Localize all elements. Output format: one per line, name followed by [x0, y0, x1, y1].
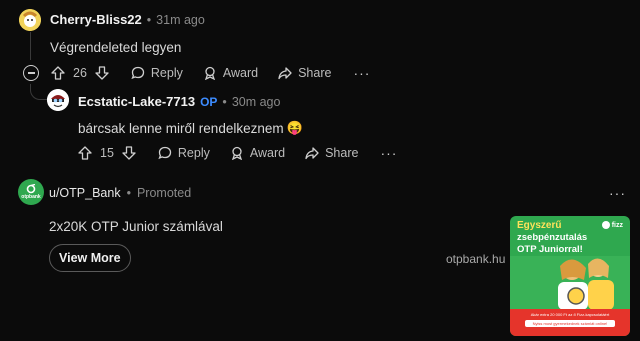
downvote-icon[interactable]: [95, 66, 109, 80]
vote-controls: 26: [51, 66, 109, 80]
more-options-icon[interactable]: ···: [380, 145, 397, 161]
meta-separator: •: [126, 186, 131, 200]
comment-body: Végrendeleted legyen: [50, 40, 182, 55]
award-icon: [230, 146, 244, 160]
view-more-button[interactable]: View More: [49, 244, 131, 272]
comment-body: bárcsak lenne miről rendelkeznem: [78, 120, 284, 136]
avatar[interactable]: [47, 89, 69, 111]
award-label: Award: [249, 146, 286, 160]
avatar[interactable]: [19, 9, 41, 31]
award-button[interactable]: Award: [230, 146, 285, 160]
collapse-icon[interactable]: [23, 65, 39, 81]
advertiser-name[interactable]: u/OTP_Bank: [49, 186, 121, 200]
card-line2: zsebpénzutalás: [517, 232, 588, 243]
card-brand: fizz: [611, 221, 623, 229]
promoted-tag: Promoted: [136, 186, 192, 200]
more-options-icon[interactable]: ···: [609, 185, 626, 201]
reply-button[interactable]: Reply: [131, 66, 183, 80]
card-line3: OTP Juniorral!: [517, 244, 583, 255]
share-icon: [305, 146, 319, 160]
meta-separator: •: [146, 13, 152, 27]
promo-headline[interactable]: 2x20K OTP Junior számlával: [49, 219, 223, 234]
promo-image[interactable]: Egyszerű zsebpénzutalás OTP Juniorral! f…: [510, 216, 630, 336]
thread-line: [30, 32, 31, 60]
meta-separator: •: [222, 95, 227, 109]
comment-author[interactable]: Cherry-Bliss22: [50, 12, 142, 27]
speech-bubble-icon: [131, 66, 145, 80]
comment-actions: 26 Reply Award Share ···: [23, 63, 370, 83]
card-fine2: Nyiss most gyermekednek számlát online!: [525, 320, 615, 327]
comment-time[interactable]: 30m ago: [232, 95, 281, 109]
award-icon: [203, 66, 217, 80]
card-line1: Egyszerű: [517, 220, 562, 231]
share-icon: [278, 66, 292, 80]
more-options-icon[interactable]: ···: [353, 65, 370, 81]
share-button[interactable]: Share: [278, 66, 331, 80]
card-banner: Akár extra 20 000 Ft az ő Fizz-kapcsolat…: [510, 309, 630, 336]
share-button[interactable]: Share: [305, 146, 358, 160]
share-label: Share: [298, 66, 332, 80]
vote-count: 26: [73, 66, 87, 80]
vote-controls: 15: [78, 146, 136, 160]
advertiser-logo[interactable]: otpbank: [18, 179, 44, 205]
card-illustration: [510, 256, 630, 310]
comment-time[interactable]: 31m ago: [156, 13, 205, 27]
promo-domain[interactable]: otpbank.hu: [446, 252, 505, 266]
vote-count: 15: [100, 146, 114, 160]
comment-actions: 15 Reply Award Share ···: [78, 143, 397, 163]
card-fine1: Akár extra 20 000 Ft az ő Fizz-kapcsolat…: [530, 312, 610, 317]
upvote-icon[interactable]: [51, 66, 65, 80]
op-badge: OP: [200, 95, 218, 109]
upvote-icon[interactable]: [78, 146, 92, 160]
reply-button[interactable]: Reply: [158, 146, 210, 160]
fizz-logo: fizz: [601, 221, 623, 229]
reply-label: Reply: [177, 146, 210, 160]
comment-author[interactable]: Ecstatic-Lake-7713: [78, 94, 195, 109]
award-button[interactable]: Award: [203, 66, 258, 80]
share-label: Share: [325, 146, 359, 160]
award-label: Award: [222, 66, 259, 80]
downvote-icon[interactable]: [122, 146, 136, 160]
logo-text: otpbank: [21, 194, 41, 200]
reply-label: Reply: [150, 66, 183, 80]
speech-bubble-icon: [158, 146, 172, 160]
emoji: 😝: [286, 120, 303, 135]
